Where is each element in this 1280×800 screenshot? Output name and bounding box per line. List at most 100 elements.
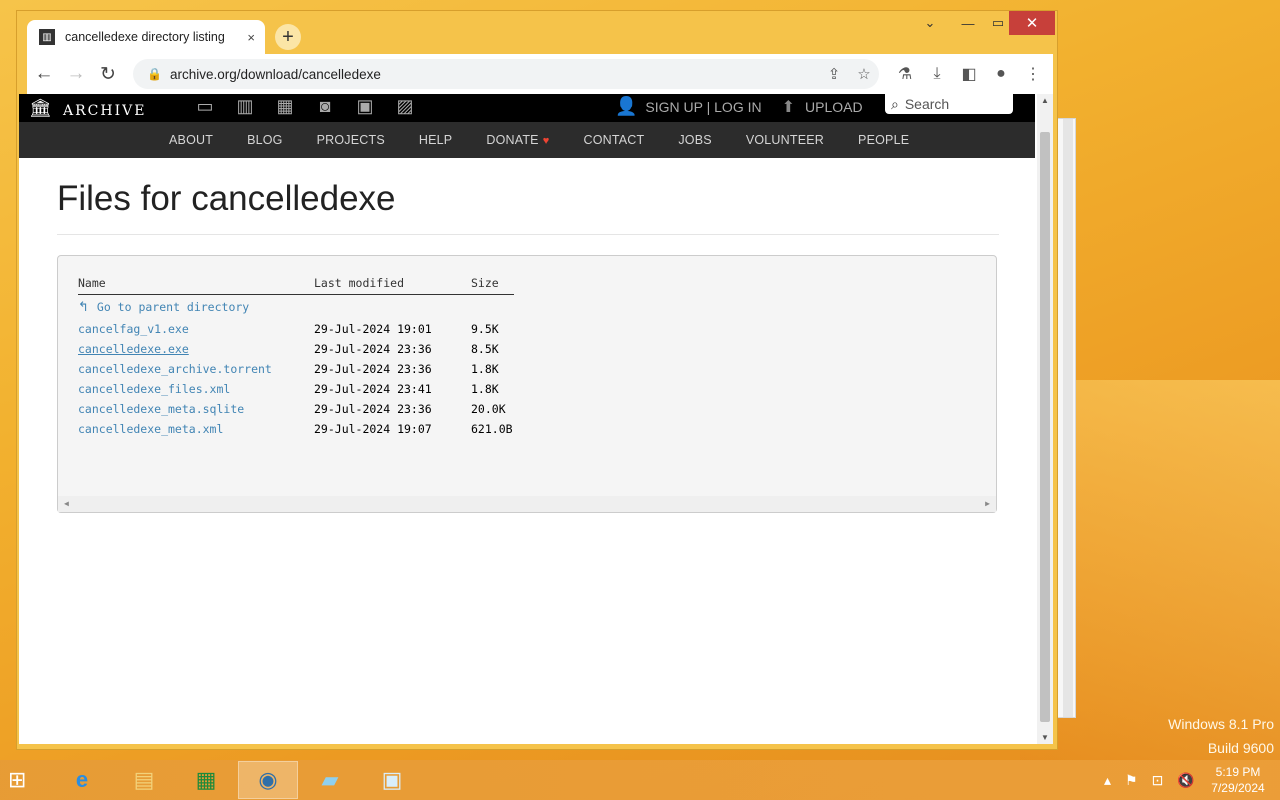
- search-placeholder: Search: [904, 96, 950, 112]
- toolbar-actions: ⚗ ⤓ ◧ ● ⋮: [889, 54, 1049, 94]
- video-film-icon[interactable]: ▦: [265, 96, 305, 117]
- reload-button[interactable]: ↻: [93, 59, 123, 89]
- nav-people[interactable]: PEOPLE: [858, 133, 909, 147]
- file-modified: 29-Jul-2024 23:36: [314, 402, 432, 416]
- parent-arrow-icon: ↰: [78, 300, 89, 315]
- volume-muted-icon[interactable]: 🔇: [1177, 772, 1194, 789]
- profile-icon[interactable]: ●: [985, 65, 1017, 83]
- file-link[interactable]: cancelledexe_files.xml: [78, 382, 230, 396]
- file-link[interactable]: cancelledexe.exe: [78, 342, 189, 356]
- file-size: 621.0B: [471, 422, 513, 436]
- action-center-flag-icon[interactable]: ⚑: [1125, 772, 1138, 789]
- file-link[interactable]: cancelledexe_archive.torrent: [78, 362, 272, 376]
- address-bar[interactable]: 🔒 archive.org/download/cancelledexe ⇪ ☆: [133, 59, 879, 89]
- media-type-icons: ▭ ▥ ▦ ◙ ▣ ▨: [185, 96, 425, 117]
- texts-book-icon[interactable]: ▥: [225, 96, 265, 117]
- upload-arrow-icon: ⬆: [781, 98, 796, 116]
- nav-contact[interactable]: CONTACT: [583, 133, 644, 147]
- start-windows-icon[interactable]: ⊞: [8, 768, 34, 792]
- nav-projects[interactable]: PROJECTS: [317, 133, 385, 147]
- lock-icon[interactable]: 🔒: [147, 67, 162, 81]
- ia-search-input[interactable]: ⌕ Search: [885, 94, 1013, 114]
- menu-kebab-icon[interactable]: ⋮: [1017, 64, 1049, 84]
- page-viewport: 🏛 ARCHIVE ▭ ▥ ▦ ◙ ▣ ▨ 👤 SIGN UP | LOG IN…: [19, 94, 1053, 744]
- tab-strip: ▥ cancelledexe directory listing × + ⌄ —…: [17, 11, 1057, 54]
- internet-explorer-icon[interactable]: e: [52, 761, 112, 799]
- ia-nav-bar: ABOUT BLOG PROJECTS HELP DONATE ♥ CONTACT…: [19, 122, 1035, 158]
- file-modified: 29-Jul-2024 23:36: [314, 342, 432, 356]
- vertical-scrollbar[interactable]: ▲ ▼: [1037, 94, 1053, 744]
- heart-icon: ♥: [542, 135, 550, 147]
- tab-close-icon[interactable]: ×: [247, 30, 255, 45]
- ia-logo[interactable]: 🏛 ARCHIVE: [29, 94, 146, 118]
- images-icon[interactable]: ▨: [385, 96, 425, 117]
- file-modified: 29-Jul-2024 23:36: [314, 362, 432, 376]
- url-text[interactable]: archive.org/download/cancelledexe: [170, 67, 819, 82]
- store-icon[interactable]: ▦: [176, 761, 236, 799]
- windows-watermark-edition: Windows 8.1 Pro: [1168, 716, 1274, 732]
- scroll-up-icon[interactable]: ▲: [1041, 96, 1049, 105]
- share-icon[interactable]: ⇪: [819, 65, 849, 83]
- audio-speaker-icon[interactable]: ◙: [305, 96, 345, 117]
- ia-top-bar: 🏛 ARCHIVE ▭ ▥ ▦ ◙ ▣ ▨ 👤 SIGN UP | LOG IN…: [19, 94, 1035, 122]
- upload-link[interactable]: UPLOAD: [805, 99, 863, 115]
- show-hidden-icons-icon[interactable]: ▴: [1104, 772, 1111, 789]
- horizontal-scrollbar[interactable]: ◀ ▶: [58, 496, 996, 512]
- close-window-button[interactable]: ✕: [1009, 11, 1055, 35]
- parent-directory-row: ↰ Go to parent directory: [78, 300, 514, 318]
- nav-blog[interactable]: BLOG: [247, 133, 283, 147]
- nav-about[interactable]: ABOUT: [169, 133, 213, 147]
- file-link[interactable]: cancelledexe_meta.xml: [78, 422, 223, 436]
- side-panel-icon[interactable]: ◧: [953, 64, 985, 84]
- download-icon[interactable]: ⤓: [921, 65, 953, 83]
- nav-jobs[interactable]: JOBS: [678, 133, 711, 147]
- maximize-button[interactable]: ▭: [984, 11, 1012, 35]
- forward-button[interactable]: →: [61, 59, 91, 89]
- remote-desktop-icon[interactable]: ▣: [362, 761, 422, 799]
- ia-logo-text: ARCHIVE: [63, 103, 147, 119]
- file-modified: 29-Jul-2024 19:01: [314, 322, 432, 336]
- notepad-icon[interactable]: ▰: [300, 761, 360, 799]
- ia-temple-icon: 🏛: [29, 98, 52, 118]
- scroll-down-icon[interactable]: ▼: [1041, 733, 1049, 742]
- file-row: cancelledexe_files.xml 29-Jul-2024 23:41…: [78, 382, 514, 400]
- file-link[interactable]: cancelledexe_meta.sqlite: [78, 402, 244, 416]
- labs-flask-icon[interactable]: ⚗: [889, 64, 921, 84]
- nav-donate-label: DONATE: [486, 133, 539, 147]
- nav-help[interactable]: HELP: [419, 133, 452, 147]
- clock-time: 5:19 PM: [1215, 765, 1261, 779]
- back-button[interactable]: ←: [29, 59, 59, 89]
- file-link[interactable]: cancelfag_v1.exe: [78, 322, 189, 336]
- file-size: 1.8K: [471, 362, 499, 376]
- minimize-button[interactable]: —: [954, 11, 982, 35]
- scroll-left-icon[interactable]: ◀: [64, 499, 69, 508]
- web-icon[interactable]: ▭: [185, 96, 225, 117]
- file-size: 8.5K: [471, 342, 499, 356]
- file-row: cancelledexe_meta.xml 29-Jul-2024 19:07 …: [78, 422, 514, 440]
- clock-date: 7/29/2024: [1211, 781, 1265, 795]
- page-title: Files for cancelledexe: [57, 179, 396, 218]
- software-disk-icon[interactable]: ▣: [345, 96, 385, 117]
- nav-volunteer[interactable]: VOLUNTEER: [746, 133, 824, 147]
- system-tray: ▴ ⚑ ⊡ 🔇: [1104, 760, 1209, 800]
- new-tab-button[interactable]: +: [275, 24, 301, 50]
- scrollbar-thumb[interactable]: [1040, 132, 1050, 722]
- signup-login-link[interactable]: SIGN UP | LOG IN: [645, 99, 761, 115]
- tab-search-icon[interactable]: ⌄: [915, 11, 945, 35]
- nav-donate[interactable]: DONATE ♥: [486, 133, 549, 147]
- taskbar: ⊞ e ▤ ▦ ◉ ▰ ▣ ▴ ⚑ ⊡ 🔇 5:19 PM 7/29/2024: [0, 760, 1280, 800]
- scroll-right-icon[interactable]: ▶: [985, 499, 990, 508]
- bookmark-star-icon[interactable]: ☆: [849, 65, 879, 83]
- chrome-taskbar-icon[interactable]: ◉: [238, 761, 298, 799]
- network-icon[interactable]: ⊡: [1152, 772, 1164, 789]
- parent-directory-link[interactable]: ↰ Go to parent directory: [78, 300, 249, 315]
- user-icon: 👤: [615, 96, 638, 116]
- parent-directory-label[interactable]: Go to parent directory: [97, 300, 249, 314]
- file-size: 9.5K: [471, 322, 499, 336]
- windows-watermark-build: Build 9600: [1207, 740, 1274, 756]
- page-content: Files for cancelledexe Name Last modifie…: [57, 158, 999, 513]
- active-tab[interactable]: ▥ cancelledexe directory listing ×: [27, 20, 265, 54]
- file-explorer-icon[interactable]: ▤: [114, 761, 174, 799]
- clock[interactable]: 5:19 PM 7/29/2024: [1200, 764, 1276, 796]
- browser-toolbar: ← → ↻ 🔒 archive.org/download/cancelledex…: [27, 54, 1053, 94]
